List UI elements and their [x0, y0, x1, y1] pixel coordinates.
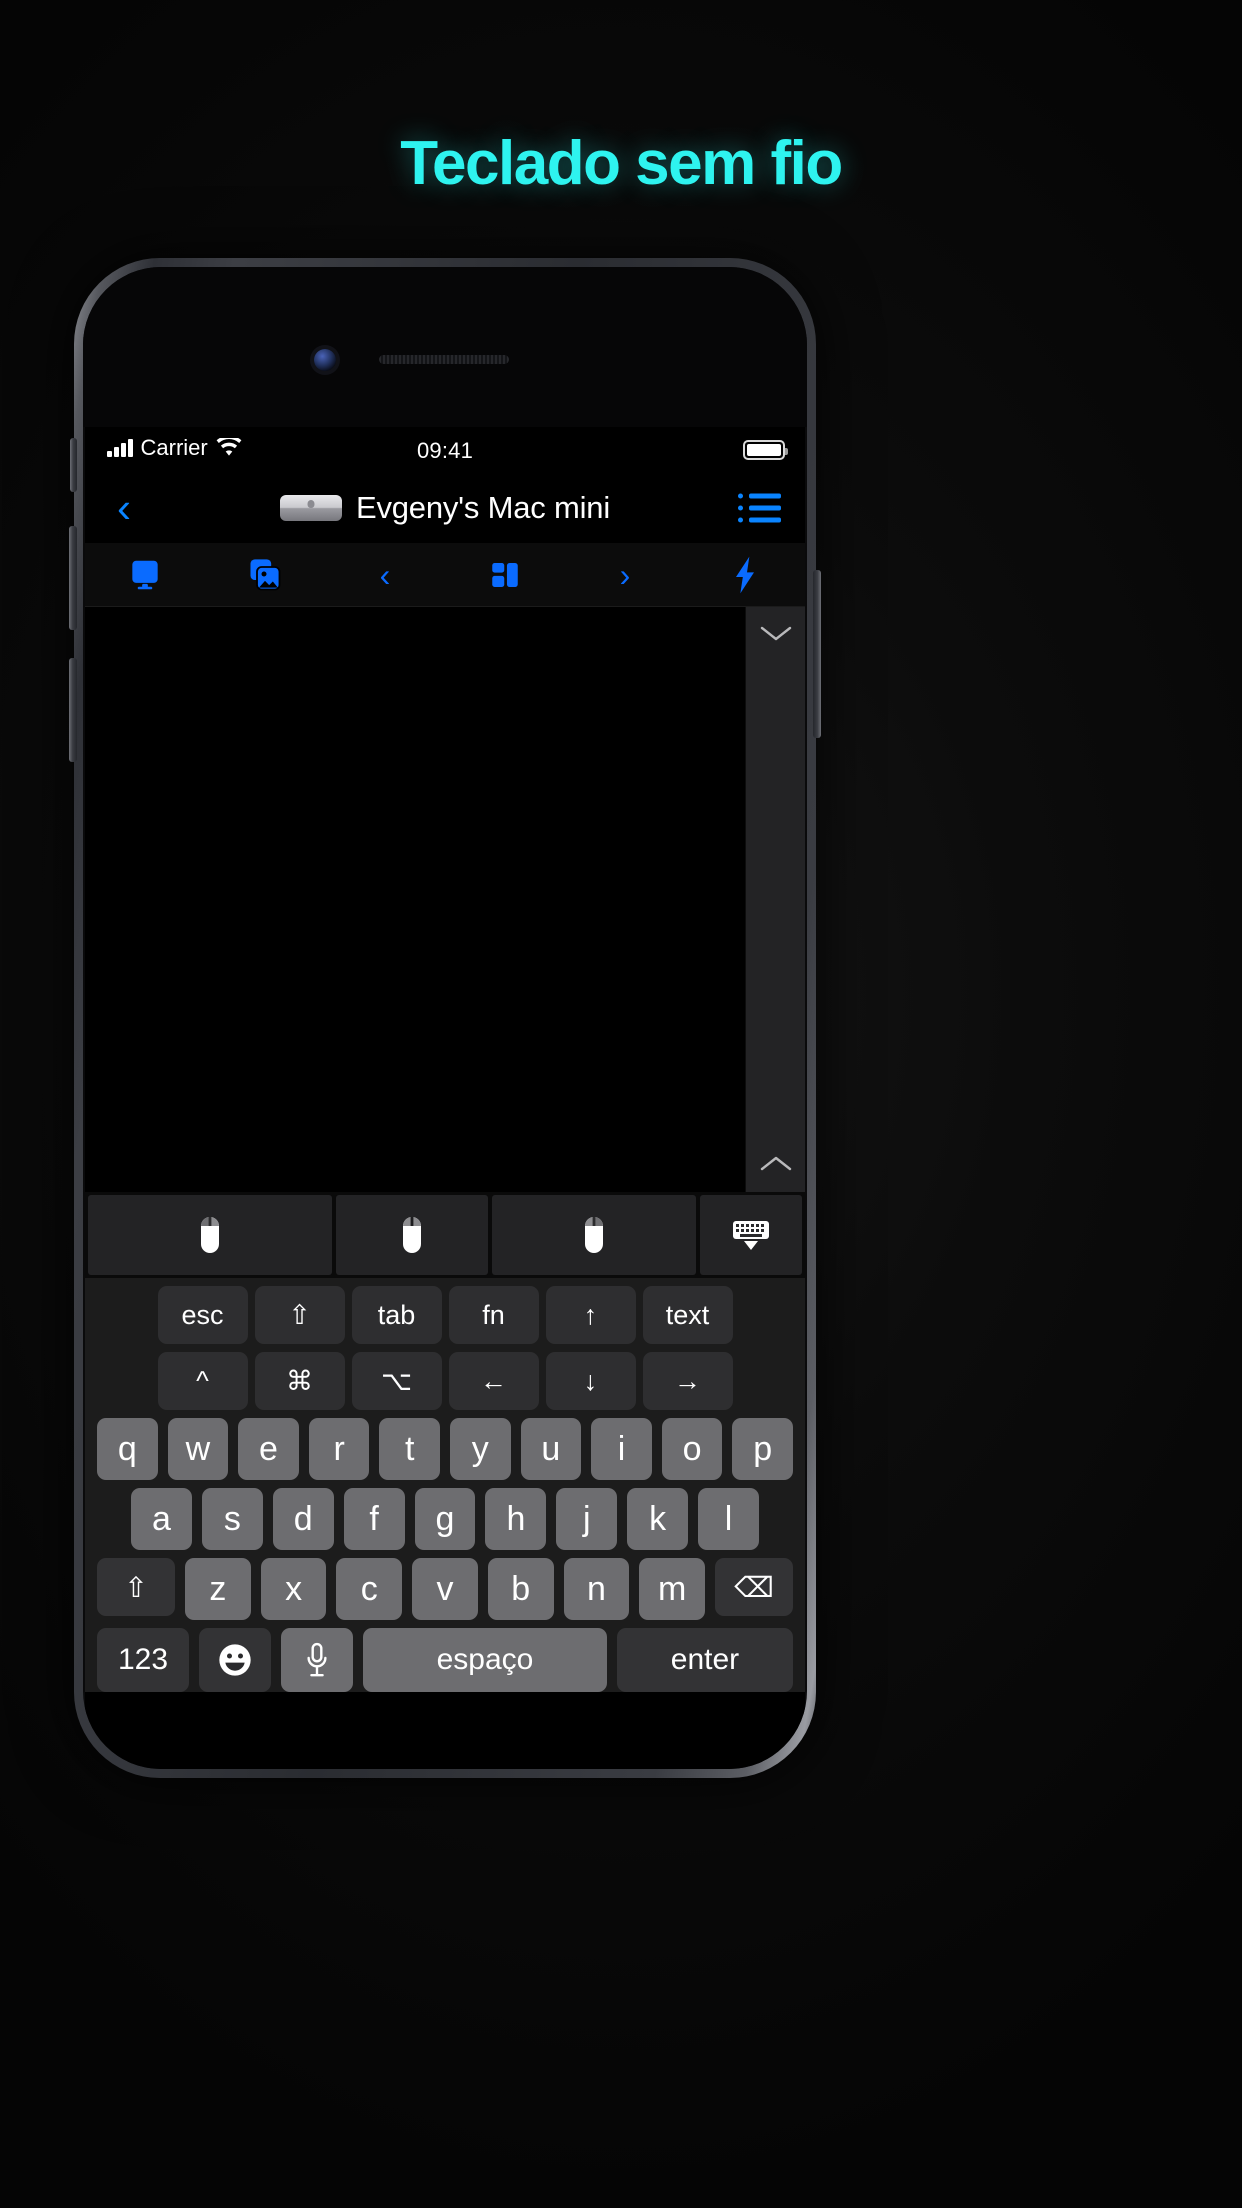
keyboard-row-qwerty: qwertyuiop: [91, 1418, 799, 1480]
key-tab[interactable]: tab: [351, 1286, 442, 1344]
key-esc[interactable]: esc: [157, 1286, 248, 1344]
hide-keyboard-button[interactable]: [699, 1195, 802, 1275]
key-b[interactable]: b: [487, 1558, 554, 1620]
chevron-right-icon[interactable]: ›: [565, 543, 685, 606]
navigation-bar: ‹ Evgeny's Mac mini: [85, 473, 805, 543]
battery-full-icon: [743, 440, 788, 460]
key-command[interactable]: ⌘: [254, 1352, 345, 1410]
key-a[interactable]: a: [131, 1488, 192, 1550]
keyboard-bottom-row: 123 espaço enter: [91, 1628, 799, 1692]
top-bezel: [83, 267, 807, 427]
key-f[interactable]: f: [343, 1488, 405, 1550]
key-u[interactable]: u: [520, 1418, 582, 1480]
key-r[interactable]: r: [308, 1418, 370, 1480]
microphone-icon[interactable]: [281, 1628, 353, 1692]
screens-photos-icon[interactable]: [205, 543, 325, 606]
keyboard-dismiss-icon: [732, 1221, 769, 1250]
remote-screen-area[interactable]: [85, 607, 805, 1192]
key-arrow-down[interactable]: ↓: [545, 1352, 636, 1410]
key-arrow-right[interactable]: →: [642, 1352, 733, 1410]
key-q[interactable]: q: [97, 1418, 158, 1480]
zxcv-letters: zxcvbnm: [185, 1558, 706, 1620]
page-title: Teclado sem fio: [400, 129, 843, 198]
key-backspace[interactable]: ⌫: [715, 1558, 793, 1616]
emoji-smiley-icon[interactable]: [199, 1628, 271, 1692]
key-t[interactable]: t: [379, 1418, 440, 1480]
mac-mini-icon: [279, 495, 342, 521]
lightning-bolt-icon[interactable]: [685, 543, 805, 606]
chevron-left-icon[interactable]: ‹: [325, 543, 445, 606]
key-space[interactable]: espaço: [363, 1628, 607, 1692]
key-w[interactable]: w: [167, 1418, 229, 1480]
device-name-label: Evgeny's Mac mini: [355, 490, 611, 525]
earpiece-speaker: [379, 355, 509, 364]
function-row-1: esc ⇧ tab fn ↑ text: [91, 1286, 799, 1344]
key-p[interactable]: p: [732, 1418, 793, 1480]
key-g[interactable]: g: [414, 1488, 476, 1550]
chevron-left-glyph: ‹: [379, 556, 391, 593]
key-v[interactable]: v: [412, 1558, 478, 1620]
mouse-icon: [200, 1217, 219, 1253]
nav-title-group: Evgeny's Mac mini: [279, 490, 611, 526]
on-screen-keyboard: esc ⇧ tab fn ↑ text ^ ⌘ ⌥ ← ↓ → q w e r …: [85, 1278, 805, 1692]
layout-grid-icon[interactable]: [445, 543, 565, 606]
remote-desktop-canvas[interactable]: [85, 607, 745, 1192]
key-c[interactable]: c: [336, 1558, 403, 1620]
scroll-down-chevron-icon[interactable]: [746, 623, 805, 643]
clock-label: 09:41: [416, 438, 474, 463]
key-x[interactable]: x: [260, 1558, 327, 1620]
key-numbers[interactable]: 123: [97, 1628, 189, 1692]
chevron-right-glyph: ›: [619, 556, 631, 593]
mouse-left-button[interactable]: [88, 1195, 332, 1275]
key-o[interactable]: o: [661, 1418, 723, 1480]
mouse-icon: [584, 1217, 603, 1253]
key-l[interactable]: l: [698, 1488, 760, 1550]
key-h[interactable]: h: [485, 1488, 547, 1550]
keyboard-row-asdf: asdfghjkl: [91, 1488, 799, 1550]
mouse-right-button[interactable]: [491, 1195, 696, 1275]
mouse-icon: [402, 1217, 421, 1253]
mouse-button-bar: [85, 1192, 805, 1278]
key-z[interactable]: z: [185, 1558, 251, 1620]
key-e[interactable]: e: [238, 1418, 299, 1480]
list-bullet-icon[interactable]: [738, 493, 781, 523]
scroll-up-chevron-icon[interactable]: [746, 1154, 805, 1174]
power-button[interactable]: [813, 570, 821, 738]
key-arrow-up[interactable]: ↑: [545, 1286, 636, 1344]
key-k[interactable]: k: [627, 1488, 689, 1550]
key-shift-fn[interactable]: ⇧: [254, 1286, 345, 1344]
phone-screen-bezel: Carrier 09:41 ‹ Evgeny's Mac mini ‹ › es…: [83, 267, 807, 1769]
mute-switch[interactable]: [70, 438, 77, 492]
phone-frame: Carrier 09:41 ‹ Evgeny's Mac mini ‹ › es…: [69, 258, 821, 1778]
vertical-scrollbar[interactable]: [745, 607, 805, 1192]
key-enter[interactable]: enter: [617, 1628, 793, 1692]
function-row-2: ^ ⌘ ⌥ ← ↓ →: [91, 1352, 799, 1410]
key-s[interactable]: s: [201, 1488, 263, 1550]
key-arrow-left[interactable]: ←: [448, 1352, 539, 1410]
back-button[interactable]: ‹: [103, 483, 145, 533]
key-fn[interactable]: fn: [448, 1286, 539, 1344]
volume-down-button[interactable]: [69, 658, 77, 762]
key-text[interactable]: text: [642, 1286, 733, 1344]
keyboard-row-zxcv: ⇧ zxcvbnm ⌫: [91, 1558, 799, 1620]
key-option[interactable]: ⌥: [351, 1352, 442, 1410]
mouse-middle-button[interactable]: [335, 1195, 488, 1275]
action-toolbar: ‹ ›: [85, 543, 805, 607]
key-j[interactable]: j: [556, 1488, 618, 1550]
key-d[interactable]: d: [272, 1488, 334, 1550]
key-y[interactable]: y: [450, 1418, 511, 1480]
key-n[interactable]: n: [563, 1558, 630, 1620]
status-bar: Carrier 09:41: [85, 427, 805, 473]
display-icon[interactable]: [85, 543, 205, 606]
key-shift[interactable]: ⇧: [97, 1558, 175, 1616]
device-screen: Carrier 09:41 ‹ Evgeny's Mac mini ‹ › es…: [85, 427, 805, 1769]
promo-screenshot: Teclado sem fio Carrier 09:41 ‹ Evgeny's…: [0, 0, 1242, 2208]
key-m[interactable]: m: [639, 1558, 706, 1620]
volume-up-button[interactable]: [69, 526, 77, 630]
key-control[interactable]: ^: [157, 1352, 248, 1410]
key-i[interactable]: i: [591, 1418, 652, 1480]
front-camera-icon: [314, 349, 336, 371]
